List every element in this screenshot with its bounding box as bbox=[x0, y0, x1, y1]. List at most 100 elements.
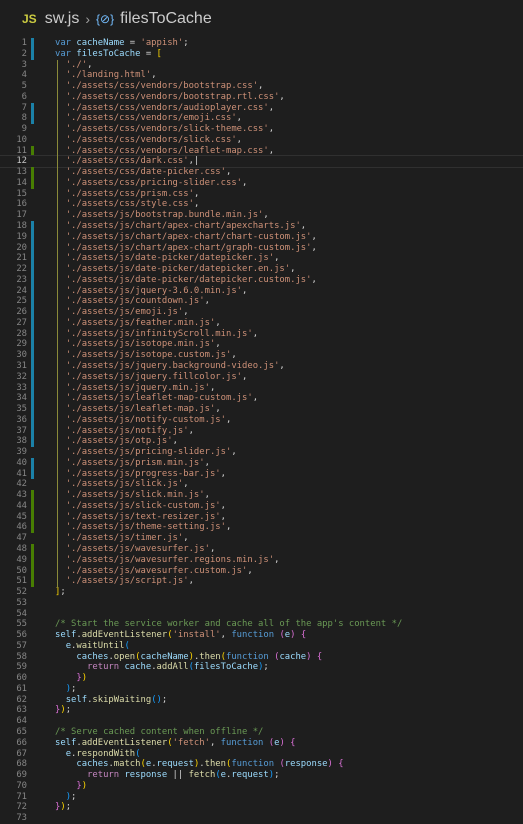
code-line[interactable]: 71 ); bbox=[0, 792, 523, 803]
code-line[interactable]: 56 self.addEventListener('install', funct… bbox=[0, 630, 523, 641]
git-added-marker[interactable] bbox=[31, 511, 34, 523]
code-line[interactable]: 66 self.addEventListener('fetch', functio… bbox=[0, 738, 523, 749]
code-line[interactable]: 20 './assets/js/chart/apex-chart/graph-c… bbox=[0, 242, 523, 254]
git-modified-marker[interactable] bbox=[31, 382, 34, 394]
git-modified-marker[interactable] bbox=[31, 48, 34, 60]
git-added-marker[interactable] bbox=[31, 177, 34, 189]
code-line[interactable]: 36 './assets/js/notify-custom.js', bbox=[0, 414, 523, 426]
code-line[interactable]: 28 './assets/js/infinityScroll.min.js', bbox=[0, 328, 523, 340]
code-line[interactable]: 5 './assets/css/vendors/bootstrap.css', bbox=[0, 81, 523, 92]
code-line[interactable]: 60 }) bbox=[0, 673, 523, 684]
code-line[interactable]: 37 './assets/js/notify.js', bbox=[0, 425, 523, 437]
code-line[interactable]: 41 './assets/js/progress-bar.js', bbox=[0, 468, 523, 480]
code-line[interactable]: 29 './assets/js/isotope.min.js', bbox=[0, 339, 523, 351]
git-added-marker[interactable] bbox=[31, 543, 34, 555]
git-modified-marker[interactable] bbox=[31, 285, 34, 297]
code-line[interactable]: 15 './assets/css/prism.css', bbox=[0, 189, 523, 200]
git-modified-marker[interactable] bbox=[31, 414, 34, 426]
code-line[interactable]: 9 './assets/css/vendors/slick-theme.css'… bbox=[0, 124, 523, 135]
git-modified-marker[interactable] bbox=[31, 231, 34, 243]
code-line[interactable]: 25 './assets/js/countdown.js', bbox=[0, 296, 523, 308]
git-modified-marker[interactable] bbox=[31, 264, 34, 275]
code-line[interactable]: 59 return cache.addAll(filesToCache); bbox=[0, 662, 523, 673]
code-editor[interactable]: 1 var cacheName = 'appish'; 2 var filesToCa… bbox=[0, 38, 523, 824]
git-modified-marker[interactable] bbox=[31, 242, 34, 254]
code-line[interactable]: 53 bbox=[0, 598, 523, 609]
git-added-marker[interactable] bbox=[31, 576, 34, 588]
git-modified-marker[interactable] bbox=[31, 457, 34, 469]
git-modified-marker[interactable] bbox=[31, 339, 34, 351]
code-line[interactable]: 50 './assets/js/wavesurfer.custom.js', bbox=[0, 565, 523, 577]
code-line[interactable]: 65 /* Serve cached content when offline *… bbox=[0, 727, 523, 738]
code-line[interactable]: 27 './assets/js/feather.min.js', bbox=[0, 317, 523, 329]
code-line[interactable]: 2 var filesToCache = [ bbox=[0, 48, 523, 60]
code-line[interactable]: 68 caches.match(e.request).then(function… bbox=[0, 759, 523, 770]
code-line[interactable]: 3 './', bbox=[0, 60, 523, 71]
git-modified-marker[interactable] bbox=[31, 350, 34, 361]
code-line[interactable]: 54 bbox=[0, 609, 523, 620]
git-modified-marker[interactable] bbox=[31, 468, 34, 480]
code-line[interactable]: 58 caches.open(cacheName).then(function … bbox=[0, 652, 523, 663]
git-modified-marker[interactable] bbox=[31, 425, 34, 437]
code-line[interactable]: 47 './assets/js/timer.js', bbox=[0, 533, 523, 544]
git-added-marker[interactable] bbox=[31, 167, 34, 178]
code-line[interactable]: 22 './assets/js/date-picker/datepicker.e… bbox=[0, 264, 523, 275]
code-line[interactable]: 61 ); bbox=[0, 684, 523, 695]
git-modified-marker[interactable] bbox=[31, 317, 34, 329]
code-line[interactable]: 30 './assets/js/isotope.custom.js', bbox=[0, 350, 523, 361]
code-line[interactable]: 62 self.skipWaiting(); bbox=[0, 695, 523, 706]
git-modified-marker[interactable] bbox=[31, 404, 34, 415]
git-modified-marker[interactable] bbox=[31, 360, 34, 372]
git-modified-marker[interactable] bbox=[31, 221, 34, 232]
code-line[interactable]: 70 }) bbox=[0, 781, 523, 792]
code-line[interactable]: 51 './assets/js/script.js', bbox=[0, 576, 523, 588]
git-modified-marker[interactable] bbox=[31, 436, 34, 448]
code-line[interactable]: 52]; bbox=[0, 587, 523, 598]
code-line[interactable]: 69 return response || fetch(e.request); bbox=[0, 770, 523, 781]
code-line[interactable]: 67 e.respondWith( bbox=[0, 749, 523, 760]
code-line[interactable]: 11 './assets/css/vendors/leaflet-map.css… bbox=[0, 145, 523, 157]
code-line[interactable]: 14 './assets/css/pricing-slider.css', bbox=[0, 177, 523, 189]
code-line[interactable]: 26 './assets/js/emoji.js', bbox=[0, 307, 523, 318]
code-line[interactable]: 18 './assets/js/chart/apex-chart/apexcha… bbox=[0, 221, 523, 232]
git-modified-marker[interactable] bbox=[31, 307, 34, 318]
git-modified-marker[interactable] bbox=[31, 102, 34, 114]
code-line[interactable]: 64 bbox=[0, 716, 523, 727]
git-modified-marker[interactable] bbox=[31, 113, 34, 125]
code-line[interactable]: 48 './assets/js/wavesurfer.js', bbox=[0, 543, 523, 555]
code-line[interactable]: 34 './assets/js/leaflet-map-custom.js', bbox=[0, 393, 523, 405]
code-line[interactable]: 19 './assets/js/chart/apex-chart/chart-c… bbox=[0, 231, 523, 243]
git-modified-marker[interactable] bbox=[31, 274, 34, 286]
git-added-marker[interactable] bbox=[31, 522, 34, 534]
code-line[interactable]: 63}); bbox=[0, 705, 523, 716]
code-line[interactable]: 7 './assets/css/vendors/audioplayer.css'… bbox=[0, 102, 523, 114]
code-line[interactable]: 73 bbox=[0, 813, 523, 824]
git-modified-marker[interactable] bbox=[31, 393, 34, 405]
code-line[interactable]: 32 './assets/js/jquery.fillcolor.js', bbox=[0, 371, 523, 383]
code-line[interactable]: 13 './assets/css/date-picker.css', bbox=[0, 167, 523, 178]
code-line[interactable]: 33 './assets/js/jquery.min.js', bbox=[0, 382, 523, 394]
code-line[interactable]: 72}); bbox=[0, 802, 523, 813]
code-line[interactable]: 1 var cacheName = 'appish'; bbox=[0, 38, 523, 49]
breadcrumb-symbol[interactable]: filesToCache bbox=[120, 10, 212, 28]
code-line[interactable]: 16 './assets/css/style.css', bbox=[0, 199, 523, 210]
code-line[interactable]: 57 e.waitUntil( bbox=[0, 641, 523, 652]
code-line[interactable]: 21 './assets/js/date-picker/datepicker.j… bbox=[0, 253, 523, 265]
code-line[interactable]: 55 /* Start the service worker and cache … bbox=[0, 619, 523, 630]
git-added-marker[interactable] bbox=[31, 145, 34, 157]
code-line[interactable]: 42 './assets/js/slick.js', bbox=[0, 479, 523, 490]
code-line[interactable]: 8 './assets/css/vendors/emoji.css', bbox=[0, 113, 523, 125]
git-modified-marker[interactable] bbox=[31, 253, 34, 265]
code-line[interactable]: 39 './assets/js/pricing-slider.js', bbox=[0, 447, 523, 458]
code-line[interactable]: 40 './assets/js/prism.min.js', bbox=[0, 457, 523, 469]
code-line[interactable]: 6 './assets/css/vendors/bootstrap.rtl.cs… bbox=[0, 92, 523, 103]
code-line[interactable]: 17 './assets/js/bootstrap.bundle.min.js'… bbox=[0, 210, 523, 221]
code-line[interactable]: 23 './assets/js/date-picker/datepicker.c… bbox=[0, 274, 523, 286]
code-line[interactable]: 4 './landing.html', bbox=[0, 70, 523, 81]
code-line[interactable]: 38 './assets/js/otp.js', bbox=[0, 436, 523, 448]
git-added-marker[interactable] bbox=[31, 554, 34, 566]
breadcrumb-file[interactable]: sw.js bbox=[45, 10, 80, 28]
code-line[interactable]: 31 './assets/js/jquery.background-video.… bbox=[0, 360, 523, 372]
git-added-marker[interactable] bbox=[31, 565, 34, 577]
git-modified-marker[interactable] bbox=[31, 38, 34, 49]
